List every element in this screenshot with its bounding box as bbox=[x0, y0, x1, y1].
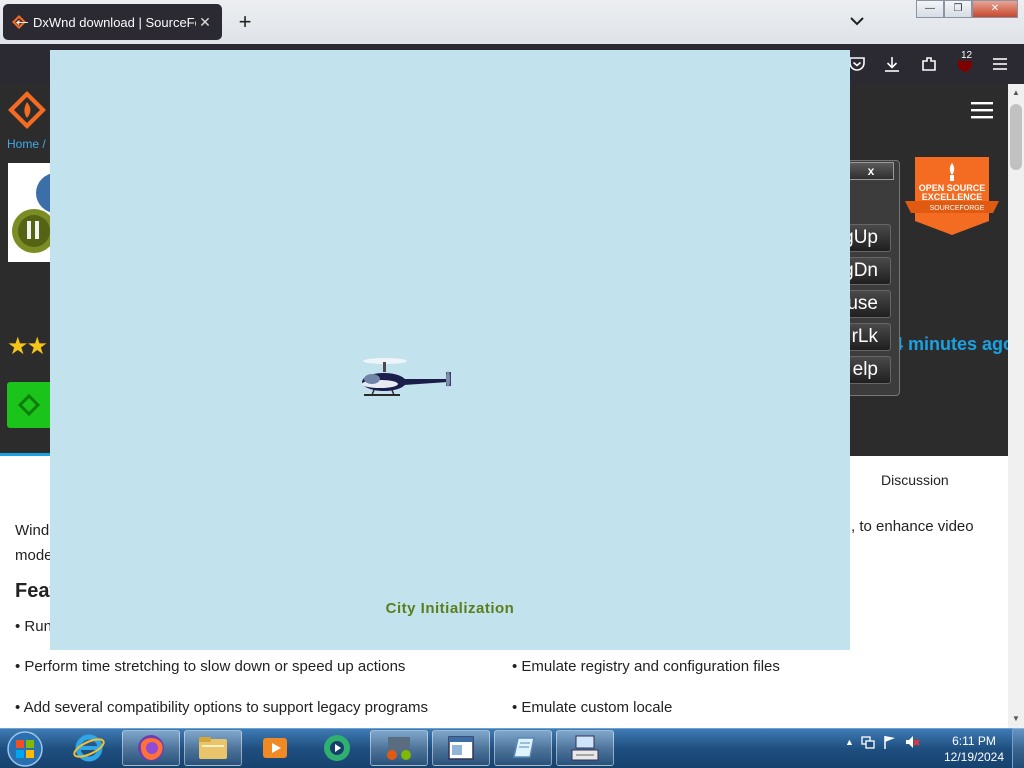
download-button[interactable] bbox=[7, 382, 51, 428]
page-scrollbar[interactable] bbox=[1008, 84, 1024, 728]
taskbar-media-player-icon[interactable] bbox=[246, 730, 304, 766]
taskbar-clock[interactable]: 6:11 PM 12/19/2024 bbox=[940, 733, 1008, 765]
list-tabs-chevron-down-icon[interactable] bbox=[846, 10, 868, 32]
badge-line2: EXCELLENCE bbox=[922, 192, 983, 202]
volume-muted-icon[interactable] bbox=[904, 734, 920, 750]
minimize-button[interactable]: — bbox=[916, 0, 944, 18]
taskbar-notepad-icon[interactable] bbox=[494, 730, 552, 766]
description-line1: Wind bbox=[15, 522, 50, 539]
window-controls: — ❐ ✕ bbox=[916, 0, 1018, 18]
taskbar-media-center-icon[interactable] bbox=[308, 730, 366, 766]
back-button[interactable]: ← bbox=[12, 9, 36, 31]
extensions-icon[interactable] bbox=[919, 54, 939, 74]
taskbar-on-screen-keyboard-icon[interactable] bbox=[556, 730, 614, 766]
system-tray: ▲ bbox=[845, 734, 920, 750]
open-source-excellence-badge: OPEN SOURCE EXCELLENCE SOURCEFORGE bbox=[905, 157, 999, 237]
clock-date: 12/19/2024 bbox=[943, 750, 1005, 764]
window-close-button[interactable]: ✕ bbox=[972, 0, 1018, 18]
show-desktop-button[interactable] bbox=[1012, 728, 1024, 768]
breadcrumb[interactable]: Home / bbox=[7, 137, 46, 151]
feature-item: • Perform time stretching to slow down o… bbox=[15, 658, 406, 675]
extension-badge-count: 12 bbox=[958, 50, 976, 61]
sourceforge-logo-icon[interactable] bbox=[7, 90, 47, 130]
network-icon[interactable] bbox=[860, 734, 876, 750]
project-logo bbox=[8, 163, 50, 262]
scroll-thumb[interactable] bbox=[1010, 104, 1022, 170]
feature-item: • Emulate custom locale bbox=[512, 699, 673, 716]
taskbar-file-explorer-icon[interactable] bbox=[184, 730, 242, 766]
scroll-up-icon[interactable]: ▲ bbox=[1008, 86, 1024, 100]
badge-brand: SOURCEFORGE bbox=[930, 205, 985, 212]
clock-time: 6:11 PM bbox=[952, 734, 996, 748]
new-tab-button[interactable]: + bbox=[233, 8, 257, 36]
last-updated-text: 4 minutes ago bbox=[893, 334, 1015, 354]
menu-hamburger-icon[interactable] bbox=[990, 54, 1010, 74]
tab-discussion[interactable]: Discussion bbox=[881, 472, 949, 488]
taskbar-dxwnd-icon[interactable] bbox=[370, 730, 428, 766]
dxwnd-panel-close-button[interactable]: x bbox=[848, 162, 894, 180]
game-window[interactable] bbox=[50, 50, 850, 650]
taskbar-internet-explorer-icon[interactable] bbox=[60, 730, 118, 766]
taskbar-firefox-icon[interactable] bbox=[122, 730, 180, 766]
helicopter-sprite bbox=[362, 358, 451, 396]
feature-item: • Run bbox=[15, 618, 52, 635]
tab-close-icon[interactable]: ✕ bbox=[196, 14, 214, 31]
tab-title: DxWnd download | SourceForge bbox=[33, 14, 196, 30]
rating-stars: ★★ bbox=[7, 333, 48, 360]
scroll-down-icon[interactable]: ▼ bbox=[1008, 712, 1024, 726]
description-line2: mode bbox=[15, 547, 53, 564]
site-menu-icon[interactable] bbox=[970, 100, 994, 120]
action-center-flag-icon[interactable] bbox=[882, 734, 898, 750]
pocket-icon[interactable] bbox=[847, 54, 867, 74]
game-status-text: City Initialization bbox=[385, 600, 515, 617]
feature-item: • Emulate registry and configuration fil… bbox=[512, 658, 780, 675]
description-right-fragment: , to enhance video bbox=[851, 518, 974, 535]
download-icon[interactable] bbox=[882, 54, 902, 74]
maximize-button[interactable]: ❐ bbox=[944, 0, 972, 18]
feature-item: • Add several compatibility options to s… bbox=[15, 699, 428, 716]
start-button[interactable] bbox=[3, 730, 47, 768]
description-fragment: Wind mode bbox=[15, 518, 53, 568]
taskbar-window-app-icon[interactable] bbox=[432, 730, 490, 766]
show-hidden-icons-icon[interactable]: ▲ bbox=[845, 737, 854, 747]
